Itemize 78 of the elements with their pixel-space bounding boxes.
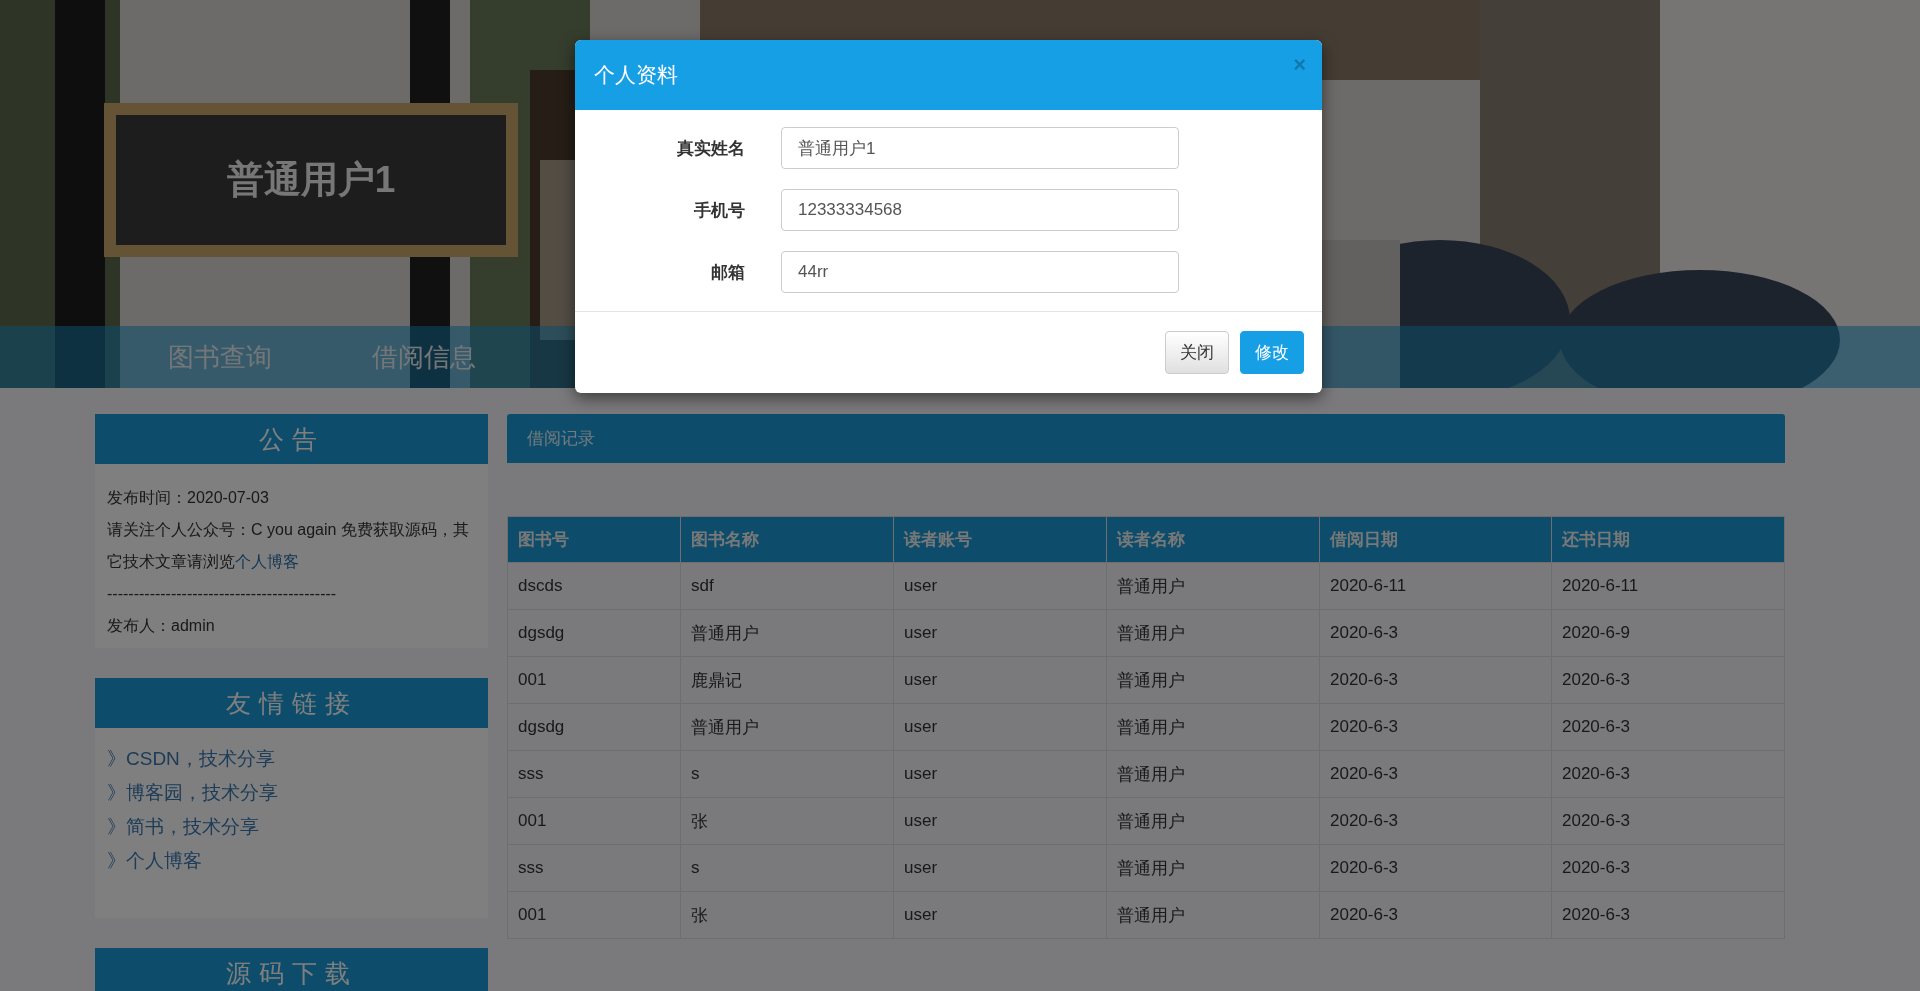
input-field[interactable]: 44rr [781, 251, 1179, 293]
table-cell: 2020-6-3 [1551, 797, 1785, 845]
table-cell: sdf [680, 562, 894, 610]
panel-title: 公告 [95, 414, 488, 464]
input-field[interactable]: 普通用户1 [781, 127, 1179, 169]
save-button[interactable]: 修改 [1240, 331, 1304, 374]
column-header: 读者账号 [893, 516, 1107, 563]
table-cell: 2020-6-3 [1551, 891, 1785, 939]
field-label: 邮箱 [710, 261, 745, 284]
table-cell: 2020-6-3 [1551, 750, 1785, 798]
table-cell: 2020-6-3 [1319, 656, 1552, 704]
publish-date: 发布时间：2020-07-03 [107, 488, 270, 508]
table-cell: 2020-6-3 [1319, 797, 1552, 845]
table-cell: 张 [680, 891, 894, 939]
column-header: 图书号 [507, 516, 681, 563]
blog-link[interactable]: 个人博客 [235, 553, 299, 570]
table-cell: dscds [507, 562, 681, 610]
user-name: 普通用户1 [226, 158, 396, 202]
friend-link[interactable]: 》个人博客 [107, 844, 202, 878]
notice-text: 请关注个人公众号：C you again 免费获取源码，其它技术文章请浏览个人博客 [107, 520, 470, 572]
table-cell: s [680, 750, 894, 798]
table-cell: 2020-6-9 [1551, 609, 1785, 657]
table-cell: 2020-6-3 [1319, 844, 1552, 892]
friend-link[interactable]: 》CSDN，技术分享 [107, 742, 275, 776]
publisher: 发布人：admin [107, 616, 216, 636]
table-cell: 普通用户 [1106, 797, 1320, 845]
table-cell: 2020-6-11 [1319, 562, 1552, 610]
table-cell: dgsdg [507, 703, 681, 751]
table-cell: user [893, 891, 1107, 939]
table-cell: 普通用户 [1106, 562, 1320, 610]
table-cell: dgsdg [507, 609, 681, 657]
table-cell: user [893, 844, 1107, 892]
table-cell: 普通用户 [680, 609, 894, 657]
table-cell: user [893, 562, 1107, 610]
field-label: 手机号 [693, 199, 745, 222]
table-cell: 2020-6-3 [1551, 703, 1785, 751]
panel-title: 源码下载 [95, 948, 488, 991]
column-header: 借阅日期 [1319, 516, 1552, 563]
table-cell: 2020-6-3 [1319, 703, 1552, 751]
table-cell: sss [507, 750, 681, 798]
column-header: 读者名称 [1106, 516, 1320, 563]
table-cell: s [680, 844, 894, 892]
table-cell: 普通用户 [680, 703, 894, 751]
table-cell: 2020-6-3 [1551, 656, 1785, 704]
table-cell: 2020-6-3 [1551, 844, 1785, 892]
table-cell: 张 [680, 797, 894, 845]
table-cell: user [893, 609, 1107, 657]
input-field[interactable]: 12333334568 [781, 189, 1179, 231]
close-button[interactable]: 关闭 [1165, 331, 1229, 374]
table-cell: 普通用户 [1106, 656, 1320, 704]
table-cell: 2020-6-3 [1319, 891, 1552, 939]
table-cell: sss [507, 844, 681, 892]
table-cell: user [893, 656, 1107, 704]
close-icon[interactable]: × [1293, 52, 1306, 78]
table-cell: 2020-6-3 [1319, 609, 1552, 657]
panel-title: 友情链接 [95, 678, 488, 728]
table-cell: 普通用户 [1106, 750, 1320, 798]
friend-link[interactable]: 》博客园，技术分享 [107, 776, 278, 810]
dashed-text: ------------------------------------------- [107, 584, 338, 604]
table-cell: 001 [507, 656, 681, 704]
table-cell: user [893, 703, 1107, 751]
dialog-title: 个人资料 [594, 62, 678, 88]
records-title: 借阅记录 [507, 414, 1785, 463]
table-cell: 2020-6-3 [1319, 750, 1552, 798]
table-cell: user [893, 797, 1107, 845]
table-cell: 001 [507, 891, 681, 939]
friend-link[interactable]: 》简书，技术分享 [107, 810, 259, 844]
table-cell: 普通用户 [1106, 844, 1320, 892]
table-cell: 鹿鼎记 [680, 656, 894, 704]
field-label: 真实姓名 [676, 137, 745, 160]
table-cell: 普通用户 [1106, 891, 1320, 939]
table-cell: 001 [507, 797, 681, 845]
table-cell: user [893, 750, 1107, 798]
table-cell: 普通用户 [1106, 703, 1320, 751]
table-cell: 2020-6-11 [1551, 562, 1785, 610]
table-cell: 普通用户 [1106, 609, 1320, 657]
column-header: 还书日期 [1551, 516, 1785, 563]
column-header: 图书名称 [680, 516, 894, 563]
